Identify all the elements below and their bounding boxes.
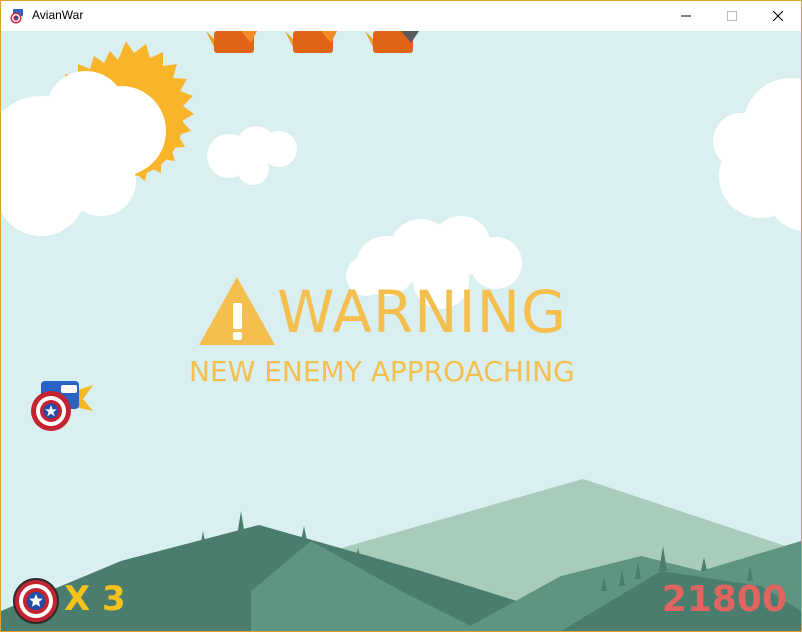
maximize-button[interactable]	[709, 1, 755, 31]
enemy-bird	[206, 31, 257, 53]
captain-shield-icon	[10, 9, 23, 24]
close-icon	[773, 11, 783, 21]
lives-counter: X 3	[64, 579, 126, 619]
score-counter: 21800	[661, 579, 787, 620]
captain-shield-icon	[13, 578, 59, 624]
minimize-icon	[681, 15, 691, 17]
cloud-left	[1, 71, 166, 236]
game-window: AvianWar WARNING NEW ENEMY APPROACHING X…	[0, 0, 802, 632]
title-bar[interactable]: AvianWar	[1, 1, 801, 31]
minimize-button[interactable]	[663, 1, 709, 31]
warning-title: WARNING	[277, 278, 567, 346]
window-title: AvianWar	[32, 8, 84, 22]
close-button[interactable]	[755, 1, 801, 31]
warning-subtitle: NEW ENEMY APPROACHING	[189, 355, 575, 388]
cloud-small	[207, 126, 297, 185]
enemy-bird	[365, 31, 419, 53]
warning-triangle-icon	[199, 277, 275, 345]
game-canvas[interactable]: WARNING NEW ENEMY APPROACHING X 3 21800	[1, 31, 801, 631]
enemy-bird	[285, 31, 337, 53]
maximize-icon	[727, 11, 737, 21]
player-bird	[31, 381, 93, 431]
cloud-right	[713, 78, 801, 231]
